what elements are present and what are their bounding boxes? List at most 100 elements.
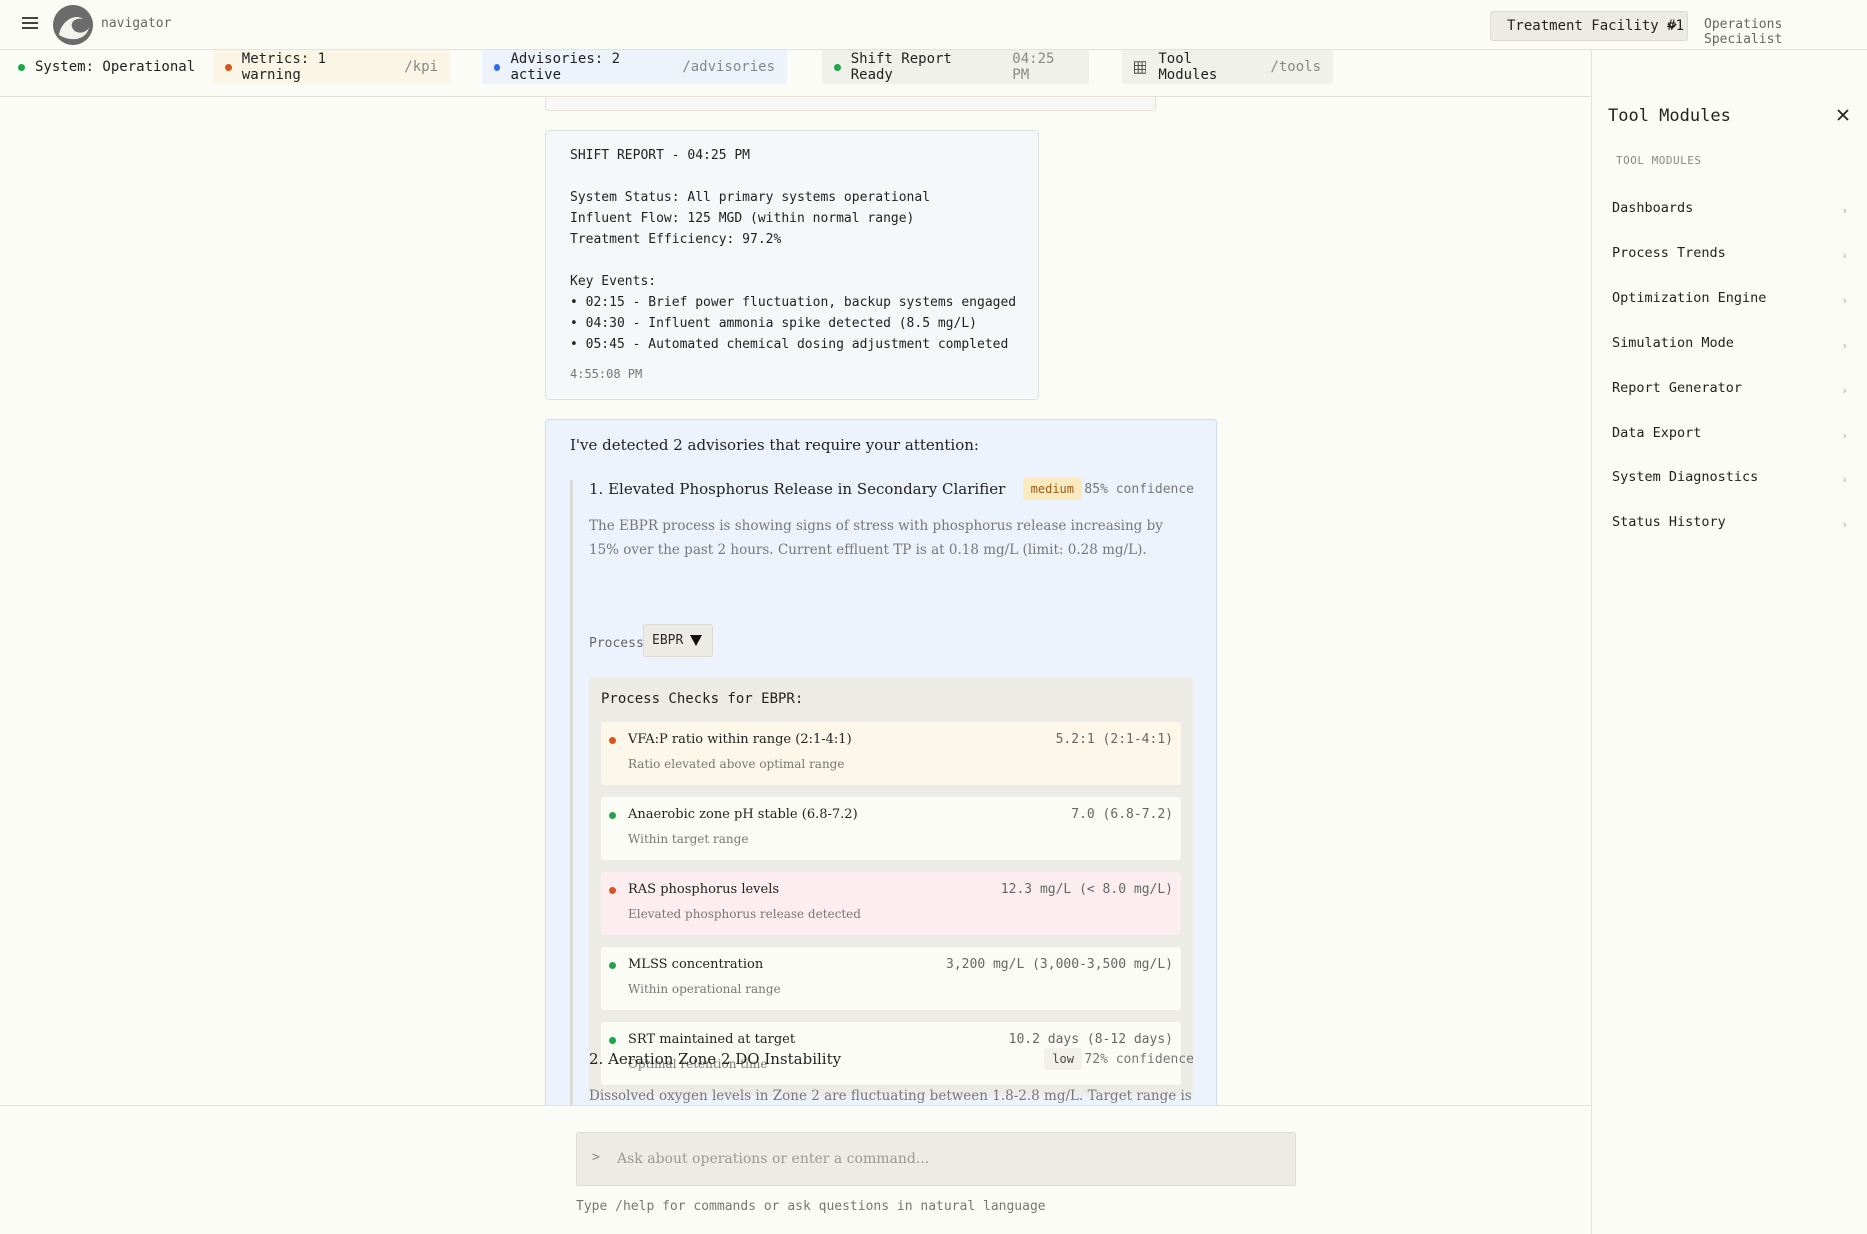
command-input[interactable] [617,1133,1277,1185]
chevron-right-icon: › [1841,518,1848,531]
facility-select[interactable]: Treatment Facility #1 [1490,11,1688,41]
previous-message-card [545,97,1156,111]
status-advisories-path: /advisories [682,59,775,75]
check-name: VFA:P ratio within range (2:1-4:1) [628,732,852,747]
brand-name: navigator [101,16,172,31]
check-name: MLSS concentration [628,957,764,972]
shift-report-line: • 02:15 - Brief power fluctuation, backu… [570,295,1017,310]
chevron-right-icon: › [1841,204,1848,217]
chevron-down-icon [1667,23,1677,30]
check-value: 12.3 mg/L (< 8.0 mg/L) [1000,882,1173,897]
shift-report-card: SHIFT REPORT - 04:25 PM System Status: Al… [545,130,1039,400]
shift-report-line: Treatment Efficiency: 97.2% [570,232,782,247]
advisory-item: 2. Aeration Zone 2 DO Instability low 72… [570,1048,1194,1105]
check-value: 3,200 mg/L (3,000-3,500 mg/L) [946,957,1173,972]
help-text: Type /help for commands or ask questions… [576,1199,1046,1214]
hamburger-menu-icon[interactable] [20,14,40,34]
status-tool-modules[interactable]: Tool Modules /tools [1122,50,1333,84]
tool-item-optimization-engine[interactable]: Optimization Engine › [1604,276,1856,320]
status-tools-path: /tools [1270,59,1321,75]
check-name: Anaerobic zone pH stable (6.8-7.2) [628,807,858,822]
message-timestamp: 4:55:08 PM [570,367,643,381]
chevron-right-icon: › [1841,429,1848,442]
facility-select-value: Treatment Facility #1 [1507,18,1685,34]
status-dot [18,63,25,71]
caret-down-icon [690,635,702,646]
tool-item-label: Status History [1612,514,1726,530]
advisory-title: 2. Aeration Zone 2 DO Instability [589,1050,842,1068]
chevron-right-icon: › [1841,294,1848,307]
top-bar: navigator Treatment Facility #1 Operatio… [0,0,1867,50]
close-icon[interactable] [1835,107,1851,123]
tool-item-label: Dashboards [1612,200,1694,216]
chevron-right-icon: › [1841,384,1848,397]
process-check-row: MLSS concentration 3,200 mg/L (3,000-3,5… [601,947,1181,1010]
tool-modules-panel: Tool Modules TOOL MODULES Dashboards › Pr… [1591,50,1867,1234]
grid-icon [1134,60,1147,74]
process-checks-title: Process Checks for EBPR: [601,691,804,707]
shift-report-line: • 04:30 - Influent ammonia spike detecte… [570,316,977,331]
tool-item-dashboards[interactable]: Dashboards › [1604,186,1856,230]
status-dot [609,737,616,744]
chat-area: SHIFT REPORT - 04:25 PM System Status: Al… [0,97,1591,1105]
shift-report-line: Key Events: [570,274,657,289]
status-strip: System: Operational Metrics: 1 warning /… [0,50,1591,97]
command-input-box[interactable]: > [576,1132,1296,1186]
advisory-intro: I've detected 2 advisories that require … [570,436,979,454]
advisory-title: 1. Elevated Phosphorus Release in Second… [589,480,1006,498]
shift-report-line: System Status: All primary systems opera… [570,190,931,205]
check-name: SRT maintained at target [628,1032,796,1047]
tool-item-system-diagnostics[interactable]: System Diagnostics › [1604,455,1856,499]
prompt-chevron-icon: > [592,1150,600,1165]
shift-report-line: SHIFT REPORT - 04:25 PM [570,148,751,163]
shift-report-line [570,250,1014,271]
status-dot [609,1037,616,1044]
check-name: RAS phosphorus levels [628,882,780,897]
panel-title: Tool Modules [1608,106,1731,126]
tool-item-data-export[interactable]: Data Export › [1604,411,1856,455]
severity-badge: medium [1022,478,1082,500]
process-select[interactable]: EBPR [643,624,713,657]
tool-item-label: Report Generator [1612,380,1743,396]
tool-item-label: Process Trends [1612,245,1726,261]
check-note: Within operational range [628,982,781,996]
process-checks-panel: Process Checks for EBPR: VFA:P ratio wit… [589,678,1193,1096]
shift-report-line: • 05:45 - Automated chemical dosing adju… [570,337,1009,352]
advisory-card: I've detected 2 advisories that require … [545,419,1217,1105]
status-tools-label: Tool Modules [1158,51,1218,83]
confidence-label: 72% confidence [1084,1052,1194,1067]
advisory-dot [494,63,501,71]
tool-item-process-trends[interactable]: Process Trends › [1604,231,1856,275]
status-system[interactable]: System: Operational [6,50,207,84]
tool-item-report-generator[interactable]: Report Generator › [1604,366,1856,410]
status-advisories[interactable]: Advisories: 2 active /advisories [482,50,787,84]
advisory-description: Dissolved oxygen levels in Zone 2 are fl… [589,1088,1192,1104]
check-note: Ratio elevated above optimal range [628,757,845,771]
check-note: Within target range [628,832,749,846]
status-metrics[interactable]: Metrics: 1 warning /kpi [213,50,450,84]
tool-item-label: Data Export [1612,425,1702,441]
process-check-row: Anaerobic zone pH stable (6.8-7.2) 7.0 (… [601,797,1181,860]
warning-dot [225,63,232,71]
status-system-label: System: Operational [35,59,196,75]
tool-item-status-history[interactable]: Status History › [1604,500,1856,544]
status-shift-label: Shift Report Ready [850,51,952,83]
shift-report-line: Influent Flow: 125 MGD (within normal ra… [570,211,915,226]
tool-item-simulation-mode[interactable]: Simulation Mode › [1604,321,1856,365]
status-advisories-label: Advisories: 2 active [510,51,621,83]
chevron-right-icon: › [1841,473,1848,486]
status-shift-time: 04:25 PM [1012,51,1055,83]
status-dot [609,962,616,969]
panel-section-label: TOOL MODULES [1616,154,1702,167]
tool-item-label: Simulation Mode [1612,335,1734,351]
check-value: 10.2 days (8-12 days) [1008,1032,1173,1047]
tool-item-label: System Diagnostics [1612,469,1759,485]
status-dot [834,63,841,71]
shift-report-body: SHIFT REPORT - 04:25 PM System Status: Al… [570,145,1017,355]
process-select-value: EBPR [652,633,684,648]
check-value: 5.2:1 (2:1-4:1) [1055,732,1173,747]
status-shift-report[interactable]: Shift Report Ready 04:25 PM [822,50,1089,84]
confidence-label: 85% confidence [1084,482,1194,497]
user-role: Operations Specialist [1704,17,1783,47]
process-check-row: RAS phosphorus levels 12.3 mg/L (< 8.0 m… [601,872,1181,935]
